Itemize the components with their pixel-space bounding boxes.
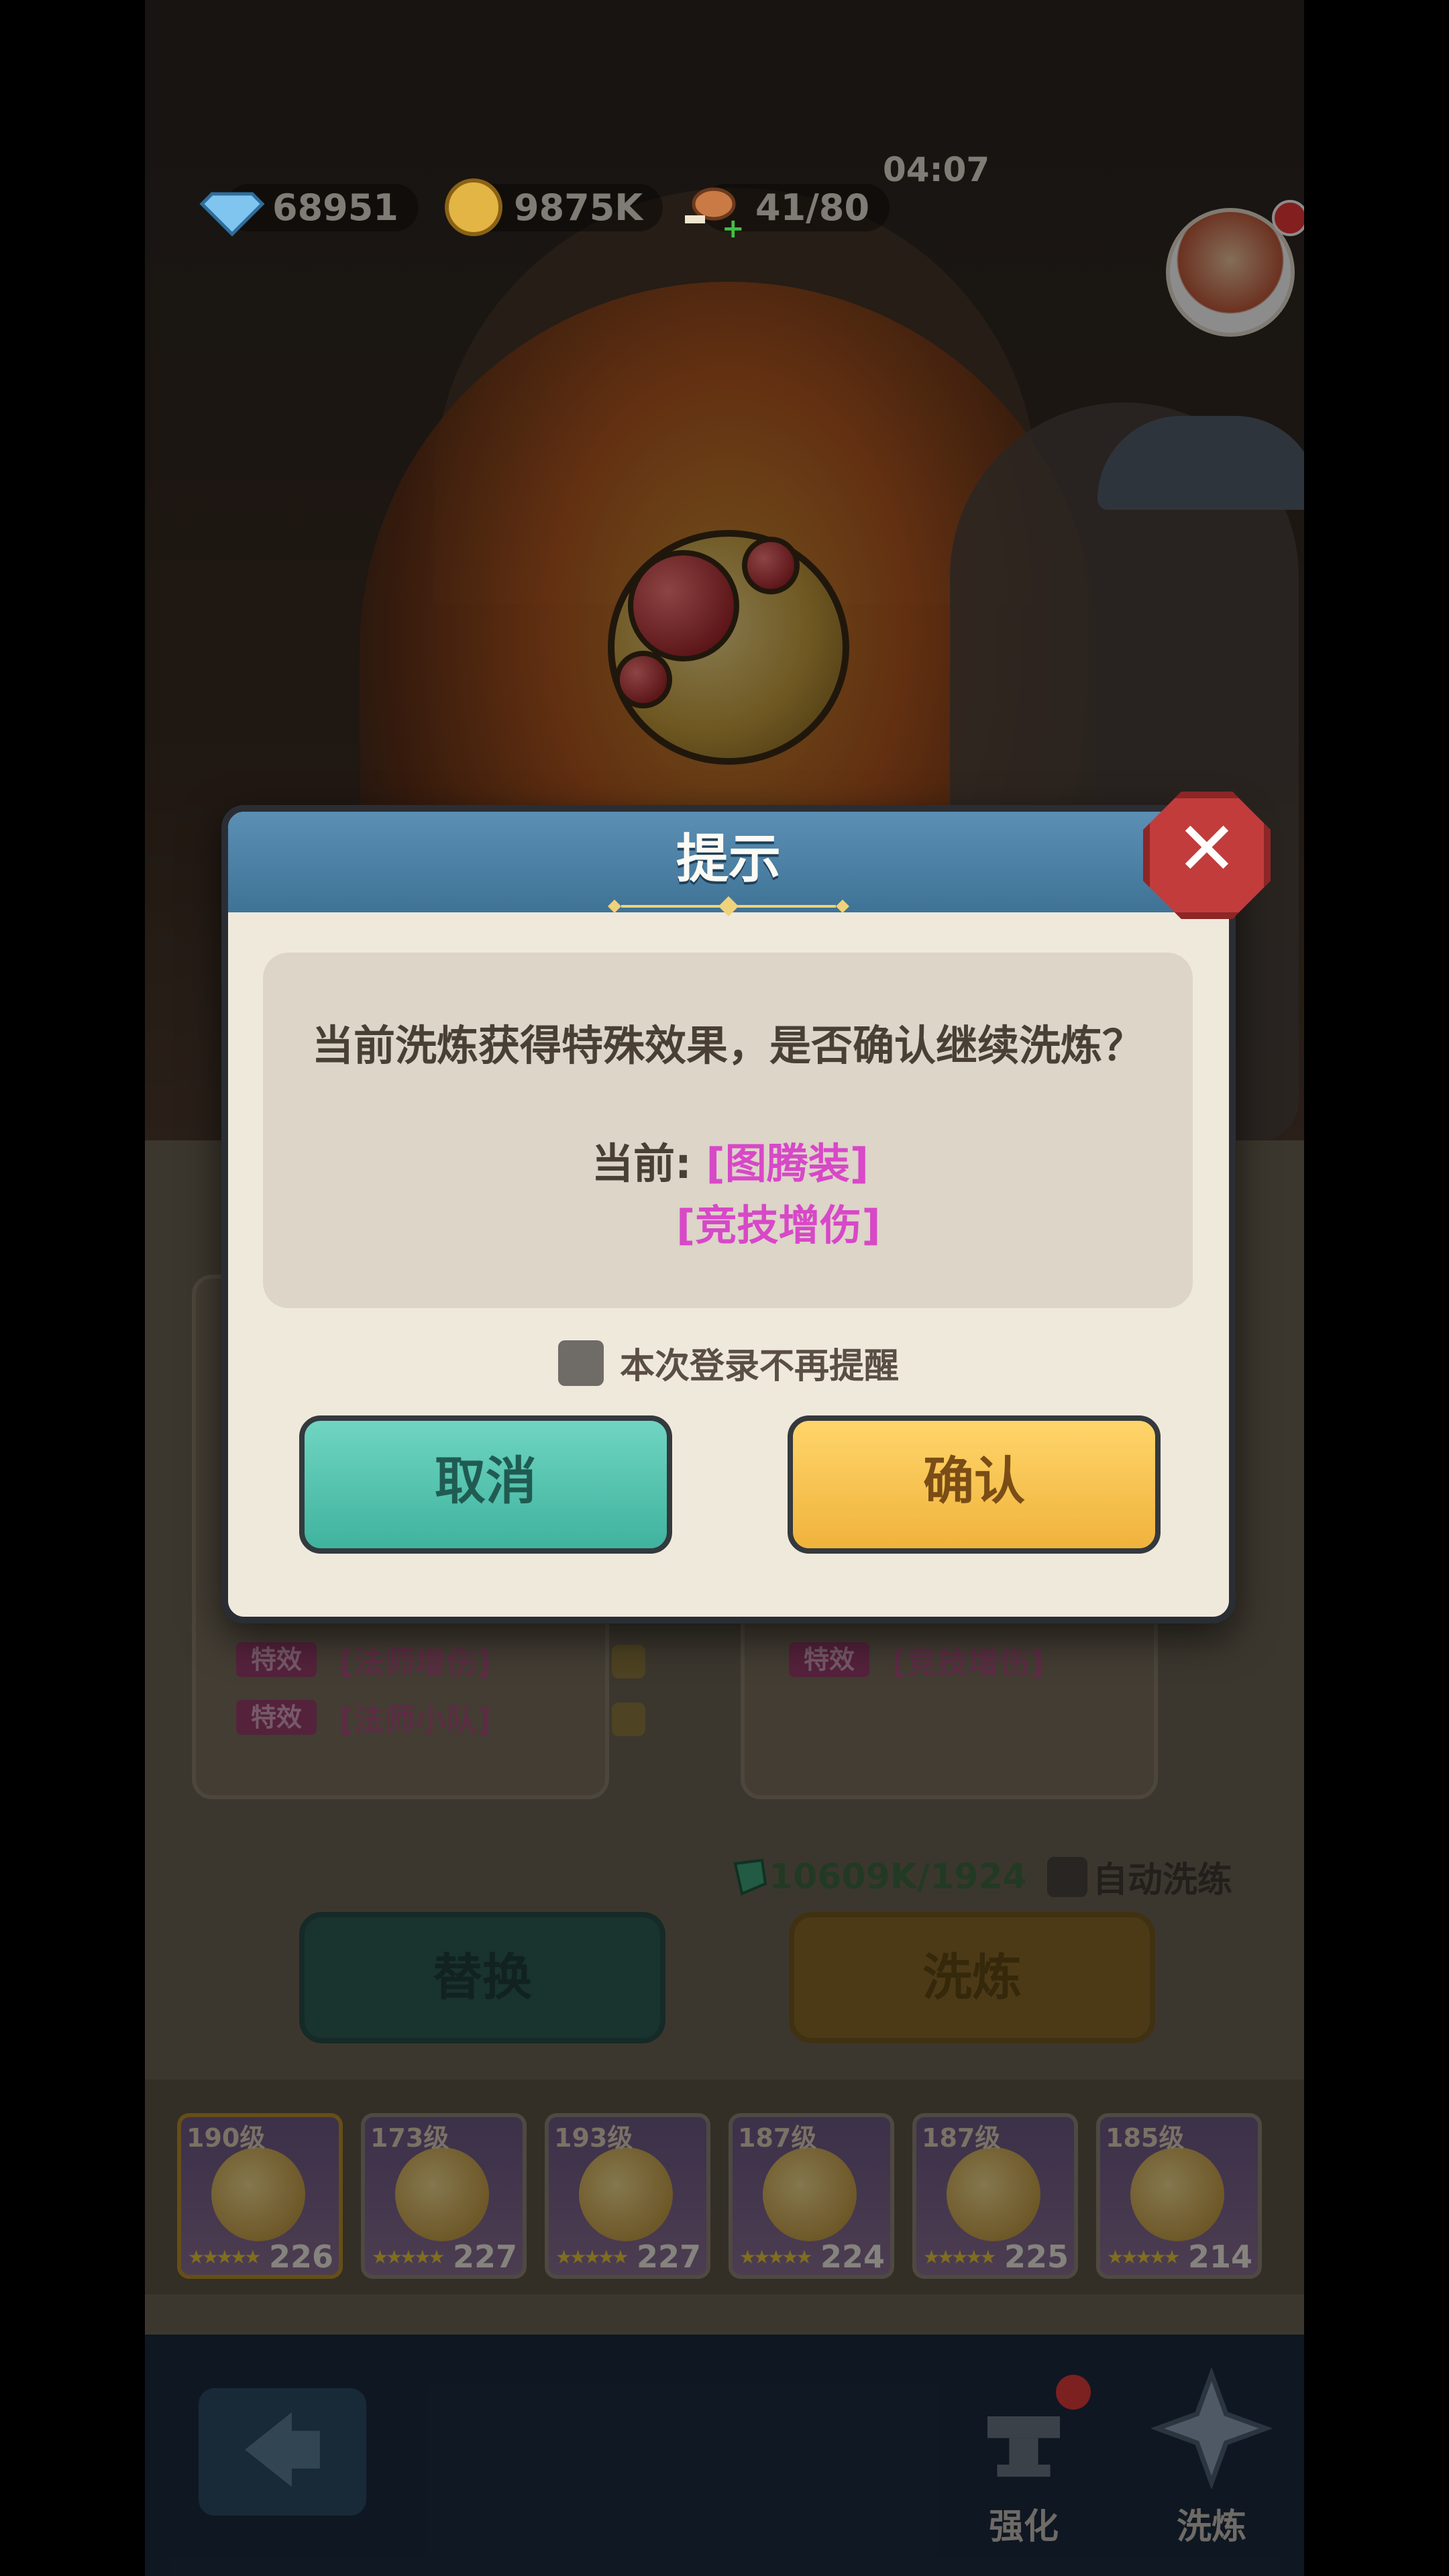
current-effect-1: [图腾装]: [706, 1139, 869, 1188]
close-icon[interactable]: ✕: [1143, 792, 1271, 919]
diamond-icon: [199, 192, 265, 237]
current-label: 当前:: [592, 1139, 692, 1188]
gold-coin-icon: [445, 178, 502, 236]
confirm-dialog: 提示 当前洗炼获得特殊效果，是否确认继续洗炼？ 当前: [图腾装] [竞技增伤]…: [221, 805, 1236, 1623]
dont-remind-label: 本次登录不再提醒: [619, 1346, 899, 1387]
game-viewport: 68951 9875K 04:07 + 41/80 特效 [法师增伤] 特效 […: [145, 0, 1304, 2576]
current-effects-row-2: [竞技增伤]: [676, 1191, 881, 1252]
dialog-title: 提示: [676, 829, 781, 890]
meat-drumstick-icon: +: [685, 187, 742, 241]
cancel-button[interactable]: 取消: [299, 1415, 672, 1554]
dialog-message: 当前洗炼获得特殊效果，是否确认继续洗炼？: [311, 1021, 1144, 1070]
dont-remind-checkbox[interactable]: [557, 1340, 604, 1386]
svg-text:+: +: [722, 213, 742, 241]
header-ornament-icon: [608, 896, 849, 916]
dialog-header: 提示: [228, 812, 1229, 916]
confirm-button[interactable]: 确认: [788, 1415, 1161, 1554]
current-effects-row: 当前: [图腾装]: [592, 1130, 869, 1190]
current-effect-2: [竞技增伤]: [676, 1201, 881, 1250]
message-box: 当前洗炼获得特殊效果，是否确认继续洗炼？ 当前: [图腾装] [竞技增伤]: [263, 953, 1193, 1308]
dont-remind-row: 本次登录不再提醒: [228, 1338, 1229, 1388]
